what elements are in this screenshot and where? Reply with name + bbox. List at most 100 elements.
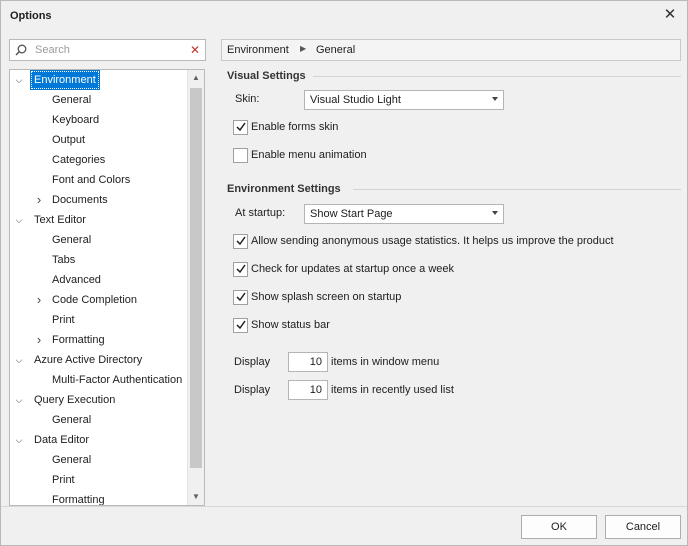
tree-item[interactable]: Categories: [10, 150, 188, 170]
window-menu-prefix: Display: [234, 356, 271, 368]
options-dialog: Options ✕ ✕ ⌵ Environment General Keyboard O…: [0, 0, 688, 546]
tree-item-label: General: [52, 454, 92, 466]
chevron-down-icon: [492, 211, 498, 215]
skin-dropdown[interactable]: Visual Studio Light: [304, 90, 504, 110]
chevron-right-icon[interactable]: ›: [34, 290, 44, 310]
enable-forms-skin-label: Enable forms skin: [251, 121, 339, 133]
tree-item[interactable]: Advanced: [10, 270, 188, 290]
tree-item[interactable]: › Code Completion: [10, 290, 188, 310]
scroll-up-icon[interactable]: ▲: [188, 70, 204, 86]
chevron-down-icon[interactable]: ⌵: [14, 430, 24, 450]
tree-item[interactable]: General: [10, 450, 188, 470]
scroll-thumb[interactable]: [190, 88, 202, 468]
skin-label: Skin:: [235, 93, 260, 105]
tree-item[interactable]: Keyboard: [10, 110, 188, 130]
chevron-right-icon[interactable]: ›: [34, 330, 44, 350]
options-tree: ⌵ Environment General Keyboard Output Categor…: [9, 69, 205, 506]
status-bar-label: Show status bar: [251, 319, 330, 331]
tree-item-label: Text Editor: [34, 214, 86, 226]
splash-screen-checkbox[interactable]: [233, 290, 248, 305]
window-menu-count-input[interactable]: 10: [288, 352, 328, 372]
tree-item[interactable]: Output: [10, 130, 188, 150]
tree-item[interactable]: Multi-Factor Authentication: [10, 370, 188, 390]
chevron-down-icon[interactable]: ⌵: [14, 210, 24, 230]
tree-item[interactable]: › Documents: [10, 190, 188, 210]
enable-menu-animation-label: Enable menu animation: [251, 149, 367, 161]
tree-item-label: Azure Active Directory: [34, 354, 143, 366]
breadcrumb: Environment ▶ General: [221, 39, 681, 61]
tree-scrollbar[interactable]: ▲ ▼: [187, 70, 204, 505]
startup-dropdown[interactable]: Show Start Page: [304, 204, 504, 224]
tree-item[interactable]: General: [10, 410, 188, 430]
tree-item-label: Categories: [52, 154, 106, 166]
tree-item-label: Font and Colors: [52, 174, 131, 186]
tree-item[interactable]: › Formatting: [10, 330, 188, 350]
tree-item-label: Output: [52, 134, 86, 146]
title-bar: Options ✕: [1, 1, 687, 31]
tree-item-label: Formatting: [52, 334, 105, 346]
tree-item[interactable]: Print: [10, 470, 188, 490]
tree-item-label: Print: [52, 474, 75, 486]
tree-item-label: General: [52, 94, 92, 106]
tree-item-label: Code Completion: [52, 294, 137, 306]
anonymous-stats-checkbox[interactable]: [233, 234, 248, 249]
scroll-down-icon[interactable]: ▼: [188, 489, 204, 505]
check-updates-checkbox[interactable]: [233, 262, 248, 277]
search-icon: [15, 44, 27, 56]
tree-item[interactable]: Print: [10, 310, 188, 330]
startup-label: At startup:: [235, 207, 286, 219]
close-icon[interactable]: ✕: [663, 7, 677, 22]
tree-item[interactable]: ⌵ Text Editor: [10, 210, 188, 230]
tree-item-label: Documents: [52, 194, 108, 206]
tree-item-label: Print: [52, 314, 75, 326]
tree-item-label: Formatting: [52, 494, 105, 506]
tree-item-label: Advanced: [52, 274, 101, 286]
chevron-down-icon[interactable]: ⌵: [14, 390, 24, 410]
chevron-down-icon: [492, 97, 498, 101]
anonymous-stats-label: Allow sending anonymous usage statistics…: [251, 235, 614, 247]
tree-item-label: General: [52, 414, 92, 426]
tree-item-label: Tabs: [52, 254, 76, 266]
tree-item[interactable]: ⌵ Data Editor: [10, 430, 188, 450]
breadcrumb-current: General: [316, 44, 356, 56]
breadcrumb-root[interactable]: Environment: [227, 44, 289, 56]
footer-divider: [1, 506, 687, 507]
status-bar-checkbox[interactable]: [233, 318, 248, 333]
window-menu-suffix: items in window menu: [331, 356, 440, 368]
startup-value: Show Start Page: [310, 208, 393, 220]
tree-item[interactable]: ⌵ Query Execution: [10, 390, 188, 410]
splash-screen-label: Show splash screen on startup: [251, 291, 402, 303]
enable-forms-skin-checkbox[interactable]: [233, 120, 248, 135]
search-input[interactable]: [35, 42, 185, 58]
tree-item[interactable]: Tabs: [10, 250, 188, 270]
recent-list-prefix: Display: [234, 384, 271, 396]
ok-button[interactable]: OK: [521, 515, 597, 539]
recent-list-suffix: items in recently used list: [331, 384, 454, 396]
tree-item-label: General: [52, 234, 92, 246]
recent-list-count-input[interactable]: 10: [288, 380, 328, 400]
tree-item[interactable]: ⌵ Azure Active Directory: [10, 350, 188, 370]
tree-item[interactable]: Formatting: [10, 490, 188, 506]
tree-item-label: Query Execution: [34, 394, 116, 406]
check-updates-label: Check for updates at startup once a week: [251, 263, 455, 275]
clear-search-icon[interactable]: ✕: [190, 43, 200, 57]
tree-item-label: Multi-Factor Authentication: [52, 374, 183, 386]
tree-item[interactable]: Font and Colors: [10, 170, 188, 190]
environment-settings-divider: [353, 189, 681, 190]
dialog-title: Options: [10, 10, 52, 22]
tree-list: ⌵ Environment General Keyboard Output Categor…: [10, 70, 188, 506]
chevron-down-icon[interactable]: ⌵: [14, 70, 24, 90]
tree-item[interactable]: ⌵ Environment: [10, 70, 188, 90]
skin-value: Visual Studio Light: [310, 94, 401, 106]
tree-item[interactable]: General: [10, 230, 188, 250]
chevron-right-icon: ▶: [300, 44, 307, 53]
cancel-button[interactable]: Cancel: [605, 515, 681, 539]
enable-menu-animation-checkbox[interactable]: [233, 148, 248, 163]
visual-settings-divider: [313, 76, 681, 77]
chevron-down-icon[interactable]: ⌵: [14, 350, 24, 370]
visual-settings-title: Visual Settings: [227, 70, 306, 82]
environment-settings-title: Environment Settings: [227, 183, 341, 195]
tree-item-label: Environment: [30, 70, 100, 90]
chevron-right-icon[interactable]: ›: [34, 190, 44, 210]
tree-item[interactable]: General: [10, 90, 188, 110]
